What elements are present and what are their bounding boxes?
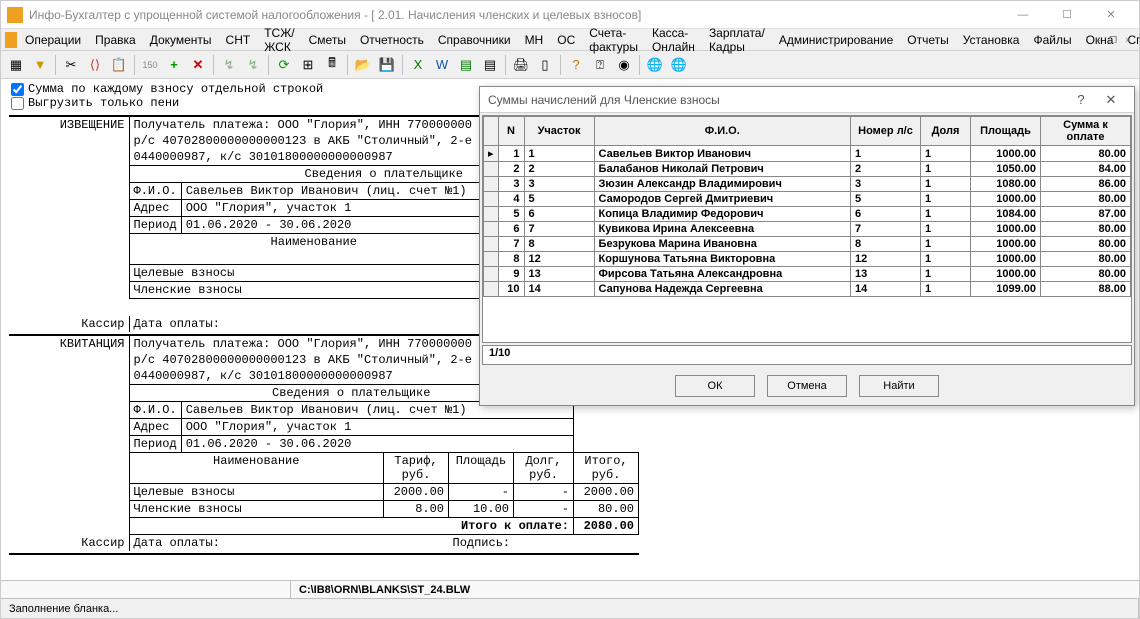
table-row[interactable]: 3 3 Зюзин Александр Владимирович 3 1 108…	[484, 177, 1131, 192]
paste-icon[interactable]: 📋	[108, 54, 130, 76]
dialog-help-icon[interactable]: ?	[1066, 92, 1096, 107]
tool-icon[interactable]: ▤	[479, 54, 501, 76]
doc-icon	[5, 32, 17, 48]
menu-item[interactable]: Администрирование	[773, 31, 899, 49]
close-button[interactable]: ✕	[1089, 1, 1133, 29]
window-title: Инфо-Бухгалтер с упрощенной системой нал…	[29, 8, 1001, 22]
toolbar: ▦ ▼ ✂ ⟨⟩ 📋 150 + ✕ ↯ ↯ ⟳ ⊞ 🖩 📂 💾 X W ▤ ▤…	[1, 51, 1139, 79]
tool-icon[interactable]: ▤	[455, 54, 477, 76]
minimize-button[interactable]: —	[1001, 1, 1045, 29]
file-path: C:\IB8\ORN\BLANKS\ST_24.BLW	[291, 584, 478, 596]
tool-icon[interactable]: ▦	[5, 54, 27, 76]
table-row[interactable]: 8 12 Коршунова Татьяна Викторовна 12 1 1…	[484, 252, 1131, 267]
ok-button[interactable]: ОК	[675, 375, 755, 397]
table-row[interactable]: 2 2 Балабанов Николай Петрович 2 1 1050.…	[484, 162, 1131, 177]
table-row[interactable]: 4 5 Самородов Сергей Дмитриевич 5 1 1000…	[484, 192, 1131, 207]
help-icon[interactable]: ?	[565, 54, 587, 76]
filter-icon[interactable]: ▼	[29, 54, 51, 76]
calc-icon[interactable]: 🖩	[321, 54, 343, 76]
menu-item[interactable]: Файлы	[1027, 31, 1077, 49]
maximize-button[interactable]: ☐	[1045, 1, 1089, 29]
context-help-icon[interactable]: ⍰	[589, 54, 611, 76]
mdi-controls: – ❐ ×	[1091, 33, 1135, 47]
save-icon[interactable]: 💾	[376, 54, 398, 76]
statusbar: Заполнение бланка...	[1, 598, 1139, 618]
status-text: Заполнение бланка...	[1, 599, 1139, 618]
dialog-sums: Суммы начислений для Членские взносы ? ✕…	[479, 86, 1135, 406]
kvit-label: КВИТАНЦИЯ	[9, 335, 129, 352]
tool-icon[interactable]: ⊞	[297, 54, 319, 76]
excel-icon[interactable]: X	[407, 54, 429, 76]
menu-item[interactable]: Счета-фактуры	[583, 24, 644, 56]
menu-item[interactable]: Зарплата/Кадры	[703, 24, 771, 56]
izv-label: ИЗВЕЩЕНИЕ	[9, 116, 129, 133]
menu-item[interactable]: Сметы	[303, 31, 352, 49]
preview-icon[interactable]: ▯	[534, 54, 556, 76]
tool-icon[interactable]: ↯	[242, 54, 264, 76]
menu-item[interactable]: Документы	[144, 31, 218, 49]
find-button[interactable]: Найти	[859, 375, 939, 397]
print-icon[interactable]: 🖨	[510, 54, 532, 76]
open-icon[interactable]: 📂	[352, 54, 374, 76]
cut-icon[interactable]: ✂	[60, 54, 82, 76]
menu-item[interactable]: Операции	[19, 31, 87, 49]
menu-item[interactable]: Отчеты	[901, 31, 954, 49]
menu-item[interactable]: ОС	[551, 31, 581, 49]
table-row[interactable]: 9 13 Фирсова Татьяна Александровна 13 1 …	[484, 267, 1131, 282]
table-row[interactable]: 7 8 Безрукова Марина Ивановна 8 1 1000.0…	[484, 237, 1131, 252]
menu-item[interactable]: МН	[519, 31, 550, 49]
app-icon	[7, 7, 23, 23]
dialog-row-indicator: 1/10	[482, 345, 1132, 365]
globe-icon[interactable]: 🌐	[644, 54, 666, 76]
menu-item[interactable]: СНТ	[220, 31, 257, 49]
menu-item[interactable]: Отчетность	[354, 31, 430, 49]
refresh-icon[interactable]: ⟳	[273, 54, 295, 76]
tool-icon[interactable]: 150	[139, 54, 161, 76]
menu-item[interactable]: Установка	[957, 31, 1026, 49]
globe-icon[interactable]: 🌐	[668, 54, 690, 76]
dialog-titlebar: Суммы начислений для Членские взносы ? ✕	[480, 87, 1134, 113]
dialog-grid[interactable]: N Участок Ф.И.О. Номер л/с Доля Площадь …	[482, 115, 1132, 343]
menu-item[interactable]: ТСЖ/ЖСК	[258, 24, 300, 56]
add-icon[interactable]: +	[163, 54, 185, 76]
mdi-close[interactable]: ×	[1121, 33, 1135, 47]
pathbar: C:\IB8\ORN\BLANKS\ST_24.BLW	[1, 580, 1139, 598]
menu-item[interactable]: Справочники	[432, 31, 517, 49]
dialog-title: Суммы начислений для Членские взносы	[488, 93, 720, 107]
table-row[interactable]: 6 7 Кувикова Ирина Алексеевна 7 1 1000.0…	[484, 222, 1131, 237]
menu-item[interactable]: Касса-Онлайн	[646, 24, 701, 56]
menubar: Операции Правка Документы СНТ ТСЖ/ЖСК См…	[1, 29, 1139, 51]
mdi-minimize[interactable]: –	[1091, 33, 1105, 47]
table-row[interactable]: 5 6 Копица Владимир Федорович 6 1 1084.0…	[484, 207, 1131, 222]
table-row[interactable]: ▸ 1 1 Савельев Виктор Иванович 1 1 1000.…	[484, 146, 1131, 162]
mdi-restore[interactable]: ❐	[1106, 33, 1120, 47]
cancel-button[interactable]: Отмена	[767, 375, 847, 397]
tool-icon[interactable]: ↯	[218, 54, 240, 76]
word-icon[interactable]: W	[431, 54, 453, 76]
menu-item[interactable]: Правка	[89, 31, 142, 49]
tool-icon[interactable]: ◉	[613, 54, 635, 76]
dialog-close-icon[interactable]: ✕	[1096, 92, 1126, 108]
tool-icon[interactable]: ⟨⟩	[84, 54, 106, 76]
delete-icon[interactable]: ✕	[187, 54, 209, 76]
titlebar: Инфо-Бухгалтер с упрощенной системой нал…	[1, 1, 1139, 29]
table-row[interactable]: 10 14 Сапунова Надежда Сергеевна 14 1 10…	[484, 282, 1131, 297]
